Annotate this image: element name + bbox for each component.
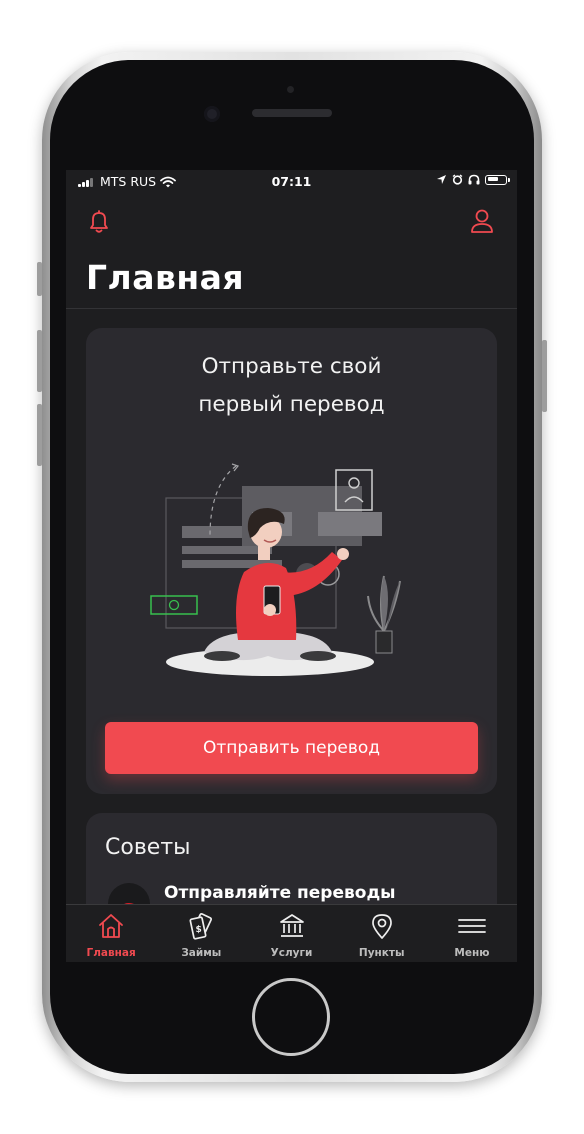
earpiece-speaker — [252, 109, 332, 117]
tab-label: Меню — [454, 947, 490, 959]
profile-button[interactable] — [467, 206, 497, 236]
bottom-tab-bar: Главная $ Займы Услуги Пункты Меню — [66, 904, 517, 962]
home-button[interactable] — [252, 978, 330, 1056]
tab-label: Пункты — [358, 947, 405, 959]
volume-down-button — [37, 404, 42, 466]
app-screen: MTS RUS 07:11 Главная Отправьте свой пер… — [66, 170, 517, 962]
notifications-button[interactable] — [84, 206, 114, 236]
volume-up-button — [37, 330, 42, 392]
tab-loans[interactable]: $ Займы — [156, 905, 246, 962]
location-arrow-icon — [437, 175, 446, 184]
front-camera — [204, 106, 220, 122]
power-button — [542, 340, 547, 412]
battery-icon — [485, 174, 510, 185]
location-icon — [371, 914, 392, 939]
status-bar: MTS RUS 07:11 — [66, 170, 517, 194]
header-divider — [66, 308, 517, 309]
tab-menu[interactable]: Меню — [427, 905, 517, 962]
tab-label: Услуги — [270, 947, 313, 959]
tab-services[interactable]: Услуги — [246, 905, 336, 962]
tab-home[interactable]: Главная — [66, 905, 156, 962]
home-icon — [99, 914, 123, 938]
tab-label: Главная — [86, 947, 136, 959]
proximity-sensor — [287, 86, 294, 93]
transfer-illustration — [150, 463, 401, 676]
money-icon: $ — [189, 913, 213, 940]
mute-switch — [37, 262, 42, 296]
page-title: Главная — [86, 258, 245, 297]
bell-icon — [90, 210, 108, 233]
tab-points[interactable]: Пункты — [337, 905, 427, 962]
svg-text:$: $ — [196, 925, 202, 935]
user-icon — [471, 209, 493, 233]
headphones-icon — [468, 174, 480, 185]
first-transfer-card: Отправьте свой первый перевод Отправить … — [86, 328, 497, 794]
bank-icon — [279, 914, 304, 937]
alarm-icon — [452, 174, 463, 185]
send-transfer-button[interactable]: Отправить перевод — [105, 722, 478, 774]
tip-heading[interactable]: Отправляйте переводы — [164, 883, 396, 903]
promo-title: Отправьте свой первый перевод — [198, 354, 385, 417]
tab-label: Займы — [181, 947, 222, 959]
tips-title: Советы — [105, 835, 191, 860]
menu-icon — [458, 919, 486, 933]
